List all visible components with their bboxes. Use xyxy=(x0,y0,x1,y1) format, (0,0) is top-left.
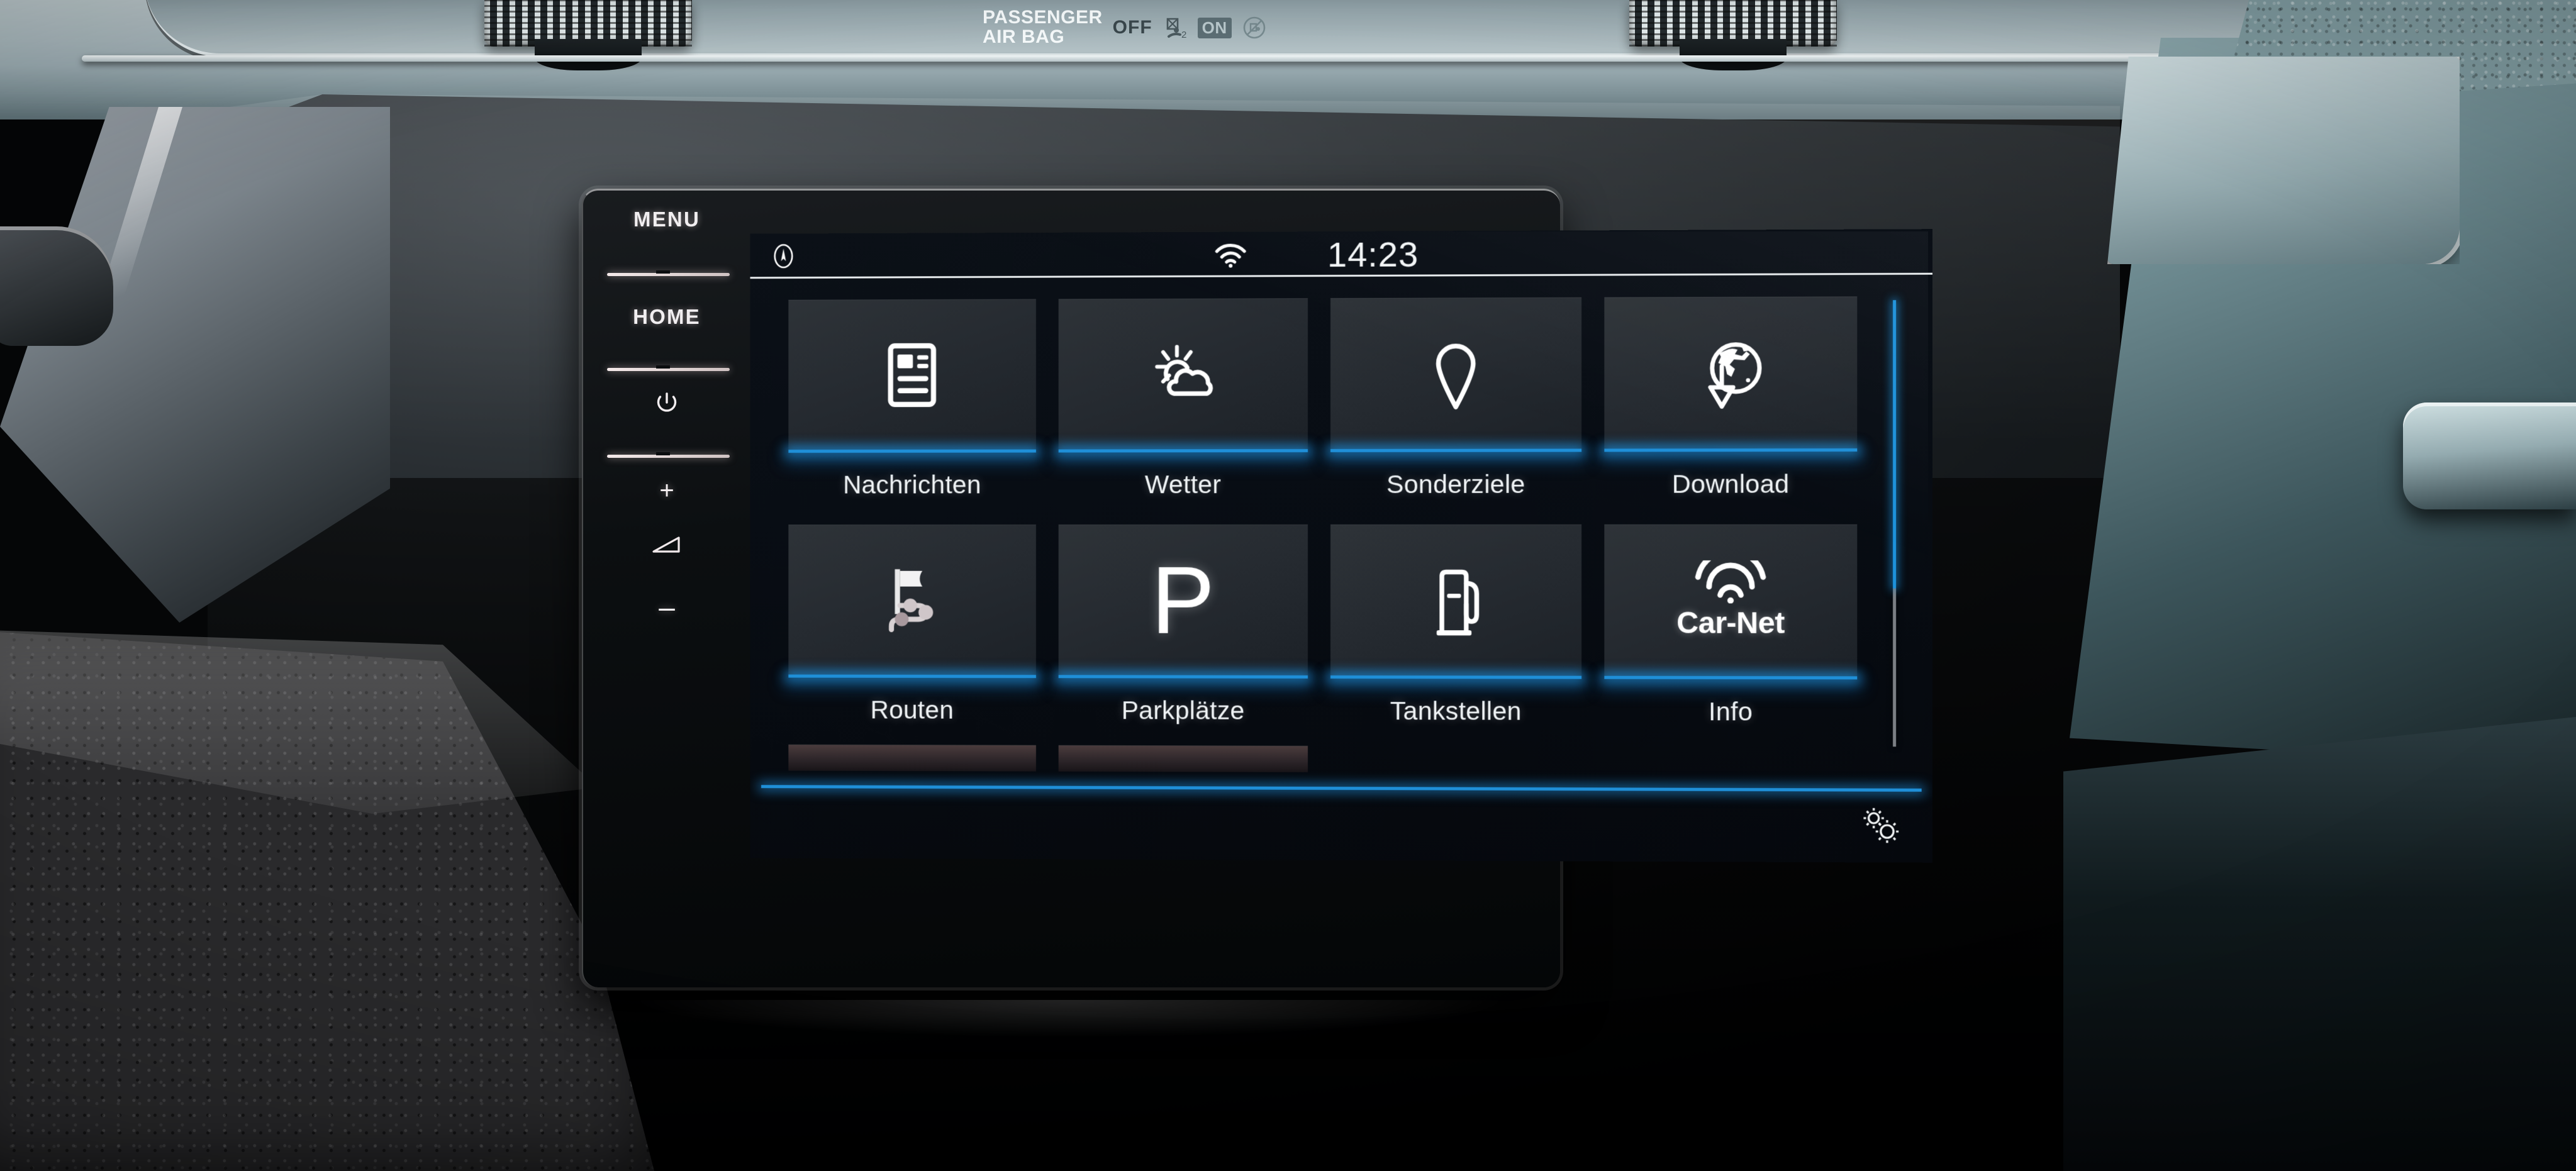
news-article-icon xyxy=(869,331,955,418)
car-interior-scene: PASSENGER AIR BAG OFF 2 ON MENU HOME + –… xyxy=(0,0,2576,1171)
tile-label: Info xyxy=(1708,697,1753,726)
tile-accent-underline xyxy=(1604,448,1858,452)
tile-label: Wetter xyxy=(1144,470,1222,499)
svg-text:2: 2 xyxy=(1181,30,1187,40)
scrollbar-thumb[interactable] xyxy=(1893,300,1897,589)
tile-accent-underline xyxy=(1058,449,1308,453)
tile-label: Routen xyxy=(870,695,954,724)
tile-peek-empty xyxy=(1604,746,1857,774)
plus-icon[interactable]: + xyxy=(594,477,739,505)
tile-accent-underline xyxy=(788,674,1036,679)
tile-tankstellen[interactable]: Tankstellen xyxy=(1330,524,1582,726)
gears-settings-icon[interactable] xyxy=(1856,801,1905,850)
air-vent-knob-right[interactable] xyxy=(1680,39,1787,70)
map-pin-icon xyxy=(1412,330,1499,418)
tile-download[interactable]: Download xyxy=(1604,296,1858,499)
minus-icon[interactable]: – xyxy=(594,590,739,624)
bottom-accent-divider xyxy=(761,785,1922,792)
airbag-title-line1: PASSENGER xyxy=(983,7,1103,28)
tile-peek-empty xyxy=(1330,746,1581,773)
tile-label: Tankstellen xyxy=(1390,696,1522,726)
tile-label: Download xyxy=(1671,469,1790,499)
volume-wedge-icon xyxy=(594,533,739,562)
tile-accent-underline xyxy=(1330,675,1582,679)
tile-label: Nachrichten xyxy=(843,470,981,499)
airbag-off-label: OFF xyxy=(1112,17,1152,38)
car-net-wifi-icon: Car-Net xyxy=(1676,560,1785,641)
dashboard-right-handle[interactable] xyxy=(2403,402,2576,509)
globe-download-icon xyxy=(1687,330,1774,417)
tile-row-3-partial xyxy=(788,744,1857,774)
wifi-icon xyxy=(1214,243,1247,269)
tile-sonderziele[interactable]: Sonderziele xyxy=(1330,297,1582,499)
power-icon[interactable] xyxy=(594,390,739,424)
home-key[interactable]: HOME xyxy=(594,305,739,329)
app-tile-grid: Nachrichten Wetter Sonderziele Download … xyxy=(788,296,1858,774)
tile-accent-underline xyxy=(1330,448,1582,453)
head-unit-side-keys: MENU HOME + – xyxy=(594,208,739,950)
dashboard-right-lower-panel xyxy=(2063,717,2576,1171)
tile-accent-underline xyxy=(1058,675,1308,679)
tile-info[interactable]: Car-Net Info xyxy=(1604,524,1858,727)
dashboard-right-glass-trim xyxy=(2107,57,2460,264)
key-divider-1 xyxy=(607,270,730,276)
airbag-on-label: ON xyxy=(1197,17,1232,38)
turn-signal-stalk-icon[interactable] xyxy=(0,226,113,346)
tile-label: Parkplätze xyxy=(1121,696,1245,725)
tile-accent-underline xyxy=(788,449,1036,453)
air-vent-knob-left[interactable] xyxy=(535,39,642,70)
tile-peek[interactable] xyxy=(1058,745,1308,772)
airbag-off-child-seat-icon: 2 xyxy=(1163,15,1188,40)
tile-peek[interactable] xyxy=(788,744,1036,772)
passenger-airbag-indicator: PASSENGER AIR BAG OFF 2 ON xyxy=(983,3,1373,53)
tile-row-1: Nachrichten Wetter Sonderziele Download xyxy=(788,296,1858,500)
tile-parkplaetze[interactable]: P Parkplätze xyxy=(1058,524,1308,726)
vertical-scrollbar[interactable] xyxy=(1893,300,1897,747)
key-divider-3 xyxy=(607,452,730,458)
airbag-title-line2: AIR BAG xyxy=(983,26,1065,47)
fuel-pump-icon xyxy=(1412,557,1499,644)
airbag-on-no-child-seat-icon xyxy=(1242,15,1267,40)
dashboard-chrome-lip xyxy=(82,55,2434,62)
infotainment-screen[interactable]: 14:23 Nachrichten Wetter Sonderziele Dow… xyxy=(750,229,1932,863)
tile-accent-underline xyxy=(1604,675,1858,680)
tile-row-2: Routen P Parkplätze Tankstellen Car-Net … xyxy=(788,524,1858,727)
flag-route-icon xyxy=(869,557,955,643)
tile-wetter[interactable]: Wetter xyxy=(1058,298,1308,499)
parking-p-icon: P xyxy=(1151,547,1215,654)
tile-routen[interactable]: Routen xyxy=(788,524,1036,725)
key-divider-2 xyxy=(607,365,730,371)
car-net-brand-text: Car-Net xyxy=(1676,606,1785,640)
status-bar: 14:23 xyxy=(750,229,1932,279)
compass-needle-icon[interactable] xyxy=(770,242,797,270)
tile-nachrichten[interactable]: Nachrichten xyxy=(788,299,1036,500)
tile-label: Sonderziele xyxy=(1386,469,1525,499)
clock: 14:23 xyxy=(1327,234,1419,275)
menu-key[interactable]: MENU xyxy=(594,208,739,231)
sun-behind-cloud-icon xyxy=(1140,331,1226,418)
